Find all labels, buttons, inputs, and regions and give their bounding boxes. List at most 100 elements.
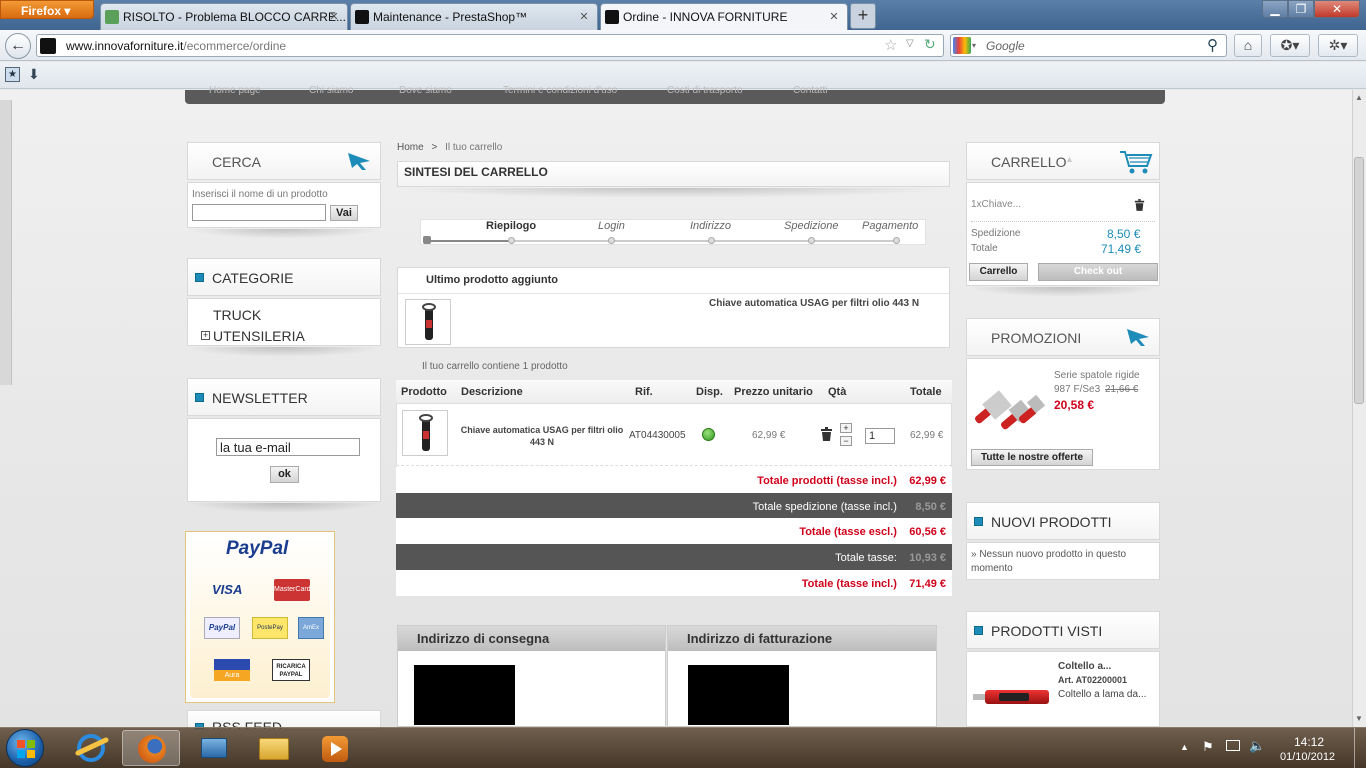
product-thumbnail[interactable] <box>405 299 451 345</box>
new-products-title[interactable]: Nuovi prodotti <box>991 514 1112 530</box>
explorer-folder-icon[interactable] <box>245 730 303 766</box>
bullet-square-icon <box>974 626 983 635</box>
all-offers-button[interactable]: Tutte le nostre offerte <box>971 449 1093 466</box>
clock-date[interactable]: 01/10/2012 <box>1280 751 1335 763</box>
close-icon[interactable]: ✕ <box>827 10 841 24</box>
network-tray-icon[interactable] <box>1226 740 1240 751</box>
url-text[interactable]: www.innovaforniture.it/ecommerce/ordine <box>66 39 286 53</box>
step-summary: Riepilogo <box>486 220 537 232</box>
show-desktop-button[interactable] <box>1354 728 1366 768</box>
qty-decrease-button[interactable]: − <box>840 436 852 446</box>
back-button[interactable]: ← <box>5 33 31 59</box>
postepay-card-icon: PostePay <box>252 617 288 639</box>
expand-plus-icon[interactable]: + <box>201 331 210 340</box>
scroll-up-icon[interactable]: ▲ <box>1355 93 1363 102</box>
qty-input[interactable]: 1 <box>865 428 895 444</box>
nav-item-where[interactable]: Dove siamo <box>399 85 452 96</box>
dropdown-arrow-icon[interactable]: ▽ <box>906 38 914 49</box>
cart-item-name[interactable]: 1xChiave... <box>971 199 1021 210</box>
addon-button[interactable]: ✲▾ <box>1318 34 1358 57</box>
nav-item-terms[interactable]: Termini e condizioni d'uso <box>503 85 617 96</box>
clock-time[interactable]: 14:12 <box>1294 735 1324 749</box>
nav-item-contacts[interactable]: Contatti <box>793 85 827 96</box>
categories-block: TRUCK + UTENSILERIA <box>187 298 381 346</box>
nav-item-home[interactable]: Home page <box>209 85 261 96</box>
chevron-down-icon[interactable]: ▾ <box>972 41 976 50</box>
action-center-flag-icon[interactable]: ⚑ <box>1202 739 1214 755</box>
volume-icon[interactable]: 🔈 <box>1249 738 1265 754</box>
back-arrow-icon: ← <box>10 37 26 54</box>
download-arrow-icon[interactable]: ⬇ <box>28 66 40 83</box>
qty-increase-button[interactable]: + <box>840 423 852 433</box>
shopping-cart-icon <box>1120 151 1153 174</box>
firefox-icon[interactable] <box>122 730 180 766</box>
collapse-arrow-icon[interactable]: ▲ <box>1065 154 1074 164</box>
forum-favicon-icon <box>105 10 119 24</box>
new-products-header: Nuovi prodotti <box>966 502 1160 540</box>
innova-favicon-icon <box>605 10 619 24</box>
spatula-set-image[interactable] <box>972 381 1050 437</box>
home-button[interactable]: ⌂ <box>1234 34 1262 57</box>
cart-count-text: Il tuo carrello contiene 1 prodotto <box>422 361 568 372</box>
promo-product-name[interactable]: Serie spatole rigide <box>1054 370 1140 381</box>
minimize-button[interactable]: ▁ <box>1262 0 1288 18</box>
nav-item-shipping[interactable]: Costi di trasporto <box>667 85 743 96</box>
firefox-menu-button[interactable]: Firefox ▾ <box>0 0 94 19</box>
cart-block: 1xChiave... Spedizione 8,50 € Totale 71,… <box>966 182 1160 286</box>
scroll-down-icon[interactable]: ▼ <box>1355 714 1363 723</box>
category-utensileria[interactable]: UTENSILERIA <box>213 328 305 344</box>
promo-title[interactable]: Promozioni <box>991 330 1081 346</box>
close-icon[interactable]: ✕ <box>577 10 591 24</box>
view-cart-button[interactable]: Carrello <box>969 263 1028 281</box>
media-player-icon[interactable] <box>306 730 364 766</box>
product-search-input[interactable] <box>192 204 326 221</box>
last-added-title: Ultimo prodotto aggiunto <box>426 274 558 286</box>
tab-ordine[interactable]: Ordine - INNOVA FORNITURE ✕ <box>600 3 848 30</box>
breadcrumb-separator: > <box>431 142 438 153</box>
step-dot <box>808 237 815 244</box>
tab-title: RISOLTO - Problema BLOCCO CARRE... <box>123 10 346 24</box>
category-truck[interactable]: TRUCK <box>213 307 261 323</box>
viewed-product-name[interactable]: Coltello a... <box>1058 661 1111 672</box>
tab-maintenance[interactable]: Maintenance - PrestaShop™ ✕ <box>350 3 598 30</box>
newsletter-ok-button[interactable]: ok <box>270 466 299 483</box>
trash-icon[interactable] <box>1134 199 1145 211</box>
bookmark-star-icon[interactable]: ☆ <box>884 36 897 54</box>
close-window-button[interactable]: ✕ <box>1314 0 1360 18</box>
product-thumbnail[interactable] <box>402 410 448 456</box>
paypal-banner[interactable]: PayPal VISA MasterCard PayPal PostePay A… <box>185 531 335 703</box>
google-engine-icon[interactable] <box>953 37 971 54</box>
bookmarks-button[interactable]: ✪▾ <box>1270 34 1310 57</box>
trash-icon[interactable] <box>820 427 833 441</box>
tab-risolto[interactable]: RISOLTO - Problema BLOCCO CARRE... ✕ <box>100 3 348 30</box>
site-nav-menu[interactable]: Home page Chi siamo Dove siamo Termini e… <box>185 85 1165 104</box>
search-go-button[interactable]: Vai <box>330 205 358 221</box>
restore-button[interactable]: ❐ <box>1288 0 1314 18</box>
network-icon[interactable] <box>185 730 243 766</box>
start-button[interactable] <box>6 729 44 767</box>
new-tab-button[interactable]: + <box>850 3 876 29</box>
cutter-knife-image[interactable] <box>973 690 1051 704</box>
new-products-block: » Nessun nuovo prodotto in questo moment… <box>966 542 1160 580</box>
restore-icon: ❐ <box>1295 2 1307 16</box>
cart-item-description[interactable]: Chiave automatica USAG per filtri olio 4… <box>456 424 628 448</box>
scrollbar-thumb[interactable] <box>1354 157 1364 404</box>
show-hidden-icons[interactable]: ▲ <box>1180 742 1189 752</box>
nav-item-about[interactable]: Chi siamo <box>309 85 353 96</box>
delivery-address-title: Indirizzo di consegna <box>417 631 550 646</box>
step-login: Login <box>598 220 625 232</box>
close-icon[interactable]: ✕ <box>327 10 341 24</box>
redacted-block <box>414 665 515 725</box>
breadcrumb-home-link[interactable]: Home <box>397 142 424 153</box>
checkout-button[interactable]: Check out <box>1038 263 1158 281</box>
cart-block-title[interactable]: Carrello <box>991 154 1066 170</box>
newsletter-email-input[interactable]: la tua e-mail <box>216 438 360 456</box>
bookmark-star-icon[interactable]: ★ <box>5 67 20 82</box>
block-shadow <box>397 188 950 198</box>
magnifier-icon[interactable]: ⚲ <box>1207 36 1218 54</box>
reload-icon[interactable]: ↻ <box>924 36 936 53</box>
step-dot <box>893 237 900 244</box>
last-added-product-name[interactable]: Chiave automatica USAG per filtri olio 4… <box>709 298 919 309</box>
step-dot <box>508 237 515 244</box>
internet-explorer-icon[interactable] <box>62 730 120 766</box>
